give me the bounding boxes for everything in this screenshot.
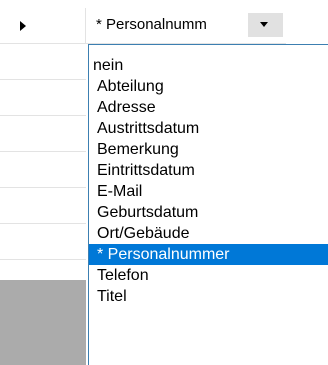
dropdown-item[interactable]: Geburtsdatum [89, 202, 328, 223]
dropdown-item[interactable]: Abteilung [89, 76, 328, 97]
row-header-current[interactable] [0, 8, 86, 44]
row-header[interactable] [0, 224, 86, 260]
grid-empty-area [0, 280, 86, 365]
dropdown-item[interactable]: E-Mail [89, 181, 328, 202]
row-header[interactable] [0, 80, 86, 116]
row-header[interactable] [0, 116, 86, 152]
dropdown-item[interactable]: Eintrittsdatum [89, 160, 328, 181]
grid-cell[interactable] [286, 0, 328, 44]
dropdown-item[interactable]: Titel [89, 286, 328, 307]
dropdown-item[interactable]: nein [89, 55, 328, 76]
dropdown-item[interactable]: Austrittsdatum [89, 118, 328, 139]
dropdown-item[interactable]: Ort/Gebäude [89, 223, 328, 244]
data-grid: * Personalnumm nein Abteilung Adresse Austr… [0, 0, 328, 365]
current-row-arrow-icon [20, 21, 26, 31]
row-header-column [0, 0, 86, 365]
dropdown-item[interactable]: Telefon [89, 265, 328, 286]
combobox-value: * Personalnumm [96, 16, 207, 33]
chevron-down-icon [260, 22, 268, 27]
dropdown-item[interactable]: Bemerkung [89, 139, 328, 160]
dropdown-item[interactable]: * Personalnummer [89, 244, 328, 265]
field-combobox[interactable]: * Personalnumm [90, 13, 283, 37]
dropdown-list[interactable]: nein Abteilung Adresse Austrittsdatum Bemerk… [88, 44, 328, 365]
combobox-dropdown-button[interactable] [248, 13, 283, 37]
row-header[interactable] [0, 44, 86, 80]
dropdown-item[interactable]: Adresse [89, 97, 328, 118]
row-header[interactable] [0, 188, 86, 224]
row-header[interactable] [0, 152, 86, 188]
